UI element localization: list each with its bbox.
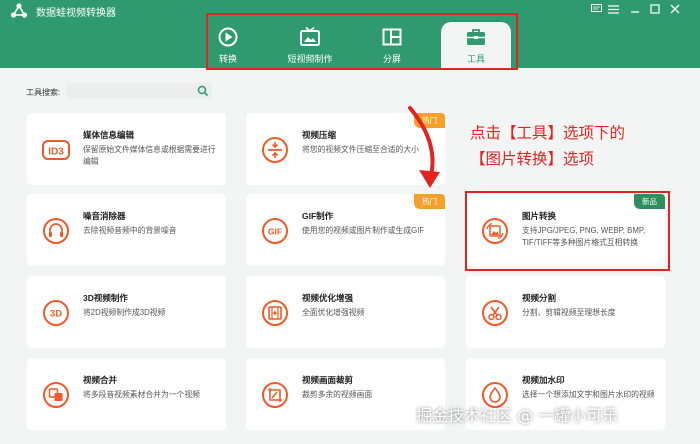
tool-title: 媒体信息编辑: [83, 130, 135, 140]
tool-card-video-merge[interactable]: 视频合并 将多段音视频素材合并为一个视频: [27, 358, 226, 430]
search-icon[interactable]: [197, 85, 209, 97]
toolbox-icon: [467, 29, 485, 45]
tool-title: 视频分割: [522, 293, 557, 303]
svg-text:ID3: ID3: [48, 147, 64, 158]
id3-icon: ID3: [42, 140, 70, 160]
search-label: 工具搜索:: [26, 88, 61, 97]
tool-card-media-info[interactable]: ID3 媒体信息编辑 保留原始文件媒体信息或根据需要进行编辑: [27, 113, 226, 185]
tab-short-video[interactable]: 短视频制作: [275, 22, 345, 68]
annotation-line: 点击【工具】选项下的: [470, 124, 626, 142]
tool-title: 3D视频制作: [83, 293, 128, 303]
tab-convert[interactable]: 转换: [193, 22, 263, 68]
tool-description: 裁剪多余的视频画面: [302, 390, 373, 399]
3d-icon: 3D: [43, 300, 69, 326]
new-badge: 新品: [634, 194, 665, 209]
feedback-icon[interactable]: [589, 2, 603, 16]
tool-description: 选择一个想添加文字和图片水印的视频: [522, 390, 655, 399]
split-screen-icon: [382, 28, 402, 46]
title-bar: 数据蛙视频转换器 转换 短视频制作 分屏 工具: [0, 0, 700, 68]
menu-icon[interactable]: [606, 2, 620, 16]
hot-badge: 热门: [414, 194, 445, 209]
tool-title: GIF制作: [302, 211, 334, 221]
tool-description: 全面优化增强视频: [302, 308, 365, 317]
tool-description: 去除视频音频中的背景噪音: [83, 226, 177, 235]
tool-card-video-enhance[interactable]: 视频优化增强 全面优化增强视频: [246, 276, 445, 348]
annotation-arrow-icon: [408, 106, 440, 188]
tool-title: 图片转换: [522, 211, 557, 221]
compress-icon: [262, 137, 288, 163]
search-input[interactable]: [66, 83, 212, 99]
crop-icon: [262, 382, 288, 408]
tool-card-video-split[interactable]: 视频分割 分割、剪辑视频至理想长度: [466, 276, 665, 348]
tool-title: 噪音消除器: [83, 211, 126, 221]
gif-icon: GIF: [262, 218, 288, 244]
tool-description: 将多段音视频素材合并为一个视频: [83, 390, 200, 399]
image-convert-icon: [482, 218, 508, 244]
enhance-icon: [262, 300, 288, 326]
tool-card-3d-video[interactable]: 3D 3D视频制作 将2D视频制作成3D视频: [27, 276, 226, 348]
svg-text:3D: 3D: [50, 309, 62, 320]
svg-text:GIF: GIF: [268, 227, 282, 237]
tool-description: 分割、剪辑视频至理想长度: [522, 308, 616, 317]
watermark-text: 掘金技术社区 @ 一罐小可乐: [416, 406, 619, 425]
tool-title: 视频合并: [83, 375, 118, 385]
tool-title: 视频加水印: [522, 375, 565, 385]
tab-label: 转换: [218, 54, 237, 64]
maximize-icon[interactable]: [648, 2, 662, 16]
tab-tools[interactable]: 工具: [441, 22, 511, 68]
tv-icon: [300, 26, 320, 46]
annotation-line: 【图片转换】选项: [470, 150, 595, 168]
minimize-icon[interactable]: [628, 2, 642, 16]
tool-card-image-convert[interactable]: 图片转换 支持JPG/JPEG, PNG, WEBP, BMP, TIF/TIF…: [466, 194, 665, 266]
close-icon[interactable]: [668, 2, 682, 16]
tool-card-noise-remover[interactable]: 噪音消除器 去除视频音频中的背景噪音: [27, 194, 226, 266]
app-logo-icon: [10, 3, 28, 18]
tab-label: 工具: [466, 54, 485, 64]
tool-title: 视频优化增强: [302, 293, 354, 303]
tool-title: 视频画面裁剪: [302, 375, 354, 385]
tool-description: 保留原始文件媒体信息或根据需要进行编辑: [83, 145, 216, 166]
tool-description: 将2D视频制作成3D视频: [83, 308, 166, 317]
tab-label: 短视频制作: [287, 54, 333, 64]
annotation-text: 点击【工具】选项下的 【图片转换】选项: [470, 120, 625, 172]
tool-description: 支持JPG/JPEG, PNG, WEBP, BMP, TIF/TIFF等多种图…: [522, 226, 646, 247]
tab-split-screen[interactable]: 分屏: [357, 22, 427, 68]
tool-description: 使用您的视频或图片制作或生成GIF: [302, 226, 425, 235]
tool-card-gif-maker[interactable]: GIF GIF制作 使用您的视频或图片制作或生成GIF 热门: [246, 194, 445, 266]
tool-title: 视频压缩: [302, 130, 337, 140]
convert-icon: [218, 27, 238, 47]
tab-label: 分屏: [382, 54, 401, 64]
scissors-icon: [482, 300, 508, 326]
app-title: 数据蛙视频转换器: [36, 8, 116, 19]
noise-icon: [43, 218, 69, 244]
merge-icon: [43, 382, 69, 408]
